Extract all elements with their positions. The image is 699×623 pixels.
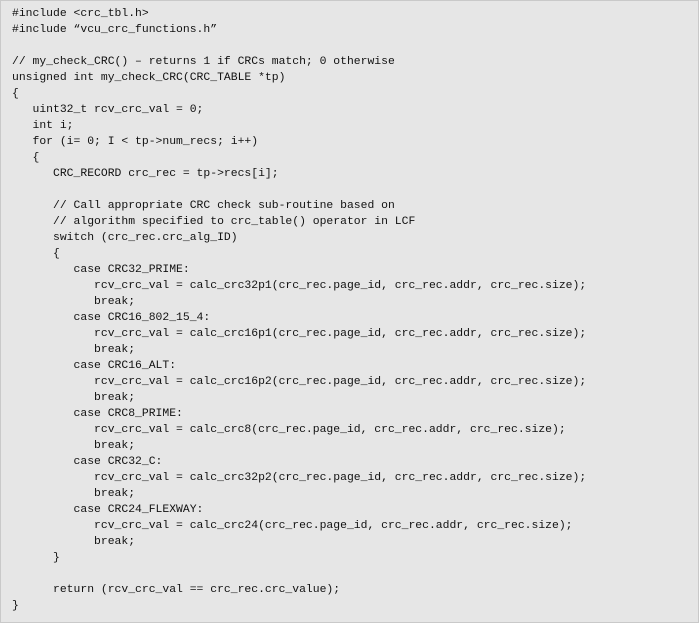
code-line: // algorithm specified to crc_table() op… bbox=[12, 216, 416, 228]
code-line: case CRC16_802_15_4: bbox=[12, 312, 211, 324]
code-line: rcv_crc_val = calc_crc24(crc_rec.page_id… bbox=[12, 520, 573, 532]
code-line: #include <crc_tbl.h> bbox=[12, 8, 149, 20]
code-line: case CRC24_FLEXWAY: bbox=[12, 504, 204, 516]
code-line: break; bbox=[12, 296, 136, 308]
code-line: break; bbox=[12, 488, 136, 500]
code-line: case CRC32_C: bbox=[12, 456, 163, 468]
code-line: uint32_t rcv_crc_val = 0; bbox=[12, 104, 204, 116]
code-line: #include “vcu_crc_functions.h” bbox=[12, 24, 218, 36]
code-line: { bbox=[12, 88, 19, 100]
code-line: break; bbox=[12, 440, 136, 452]
code-line: int i; bbox=[12, 120, 74, 132]
code-line: // my_check_CRC() – returns 1 if CRCs ma… bbox=[12, 56, 395, 68]
code-line: for (i= 0; I < tp->num_recs; i++) bbox=[12, 136, 259, 148]
code-line: return (rcv_crc_val == crc_rec.crc_value… bbox=[12, 584, 341, 596]
code-line: CRC_RECORD crc_rec = tp->recs[i]; bbox=[12, 168, 279, 180]
code-line: rcv_crc_val = calc_crc16p2(crc_rec.page_… bbox=[12, 376, 587, 388]
code-line: case CRC16_ALT: bbox=[12, 360, 177, 372]
code-line: rcv_crc_val = calc_crc16p1(crc_rec.page_… bbox=[12, 328, 587, 340]
code-line: { bbox=[12, 152, 40, 164]
code-line: break; bbox=[12, 536, 136, 548]
code-line: rcv_crc_val = calc_crc8(crc_rec.page_id,… bbox=[12, 424, 566, 436]
code-line: } bbox=[12, 552, 60, 564]
code-listing-panel: #include <crc_tbl.h> #include “vcu_crc_f… bbox=[0, 0, 699, 623]
code-line: // Call appropriate CRC check sub-routin… bbox=[12, 200, 395, 212]
code-line: break; bbox=[12, 392, 136, 404]
code-line: switch (crc_rec.crc_alg_ID) bbox=[12, 232, 238, 244]
code-line: rcv_crc_val = calc_crc32p1(crc_rec.page_… bbox=[12, 280, 587, 292]
code-line: break; bbox=[12, 344, 136, 356]
code-line: { bbox=[12, 248, 60, 260]
code-line: unsigned int my_check_CRC(CRC_TABLE *tp) bbox=[12, 72, 286, 84]
code-line: case CRC8_PRIME: bbox=[12, 408, 183, 420]
code-line: rcv_crc_val = calc_crc32p2(crc_rec.page_… bbox=[12, 472, 587, 484]
code-line: } bbox=[12, 600, 19, 612]
code-block: #include <crc_tbl.h> #include “vcu_crc_f… bbox=[1, 6, 698, 614]
code-line: case CRC32_PRIME: bbox=[12, 264, 190, 276]
